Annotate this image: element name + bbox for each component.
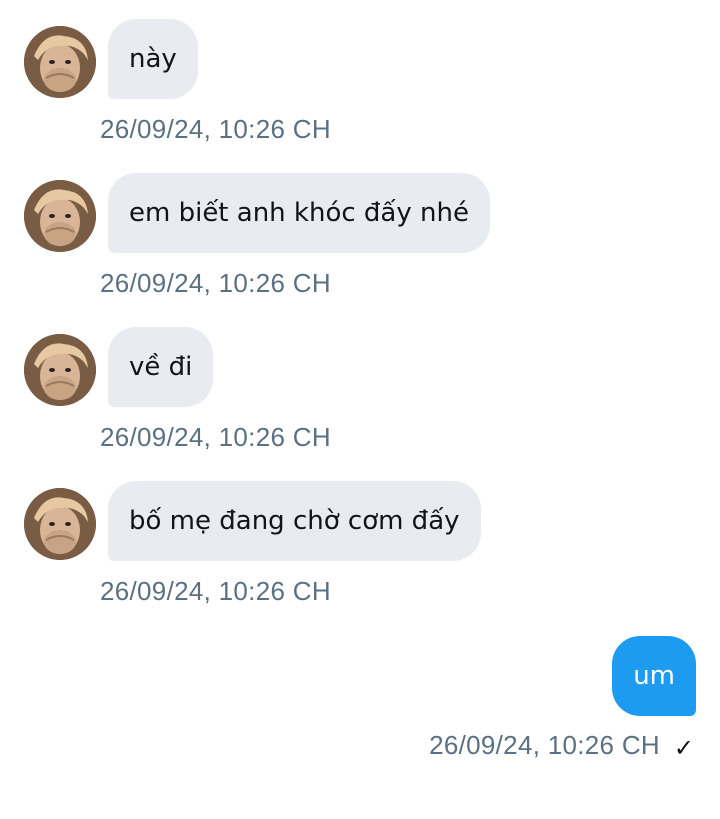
message-bubble[interactable]: em biết anh khóc đấy nhé [108,173,490,253]
message-bubble[interactable]: bố mẹ đang chờ cơm đấy [108,481,481,561]
avatar[interactable] [24,26,96,98]
avatar[interactable] [24,334,96,406]
avatar[interactable] [24,488,96,560]
avatar[interactable] [24,180,96,252]
message-timestamp: 26/09/24, 10:26 CH [429,730,660,760]
message-bubble[interactable]: về đi [108,327,214,407]
message-timestamp: 26/09/24, 10:26 CH [100,268,331,298]
message-bubble-outgoing[interactable]: um [612,636,696,716]
message-timestamp: 26/09/24, 10:26 CH [100,576,331,606]
message-timestamp: 26/09/24, 10:26 CH [100,422,331,452]
message-bubble[interactable]: này [108,19,198,99]
message-timestamp: 26/09/24, 10:26 CH [100,114,331,144]
checkmark-icon: ✓ [673,734,694,762]
